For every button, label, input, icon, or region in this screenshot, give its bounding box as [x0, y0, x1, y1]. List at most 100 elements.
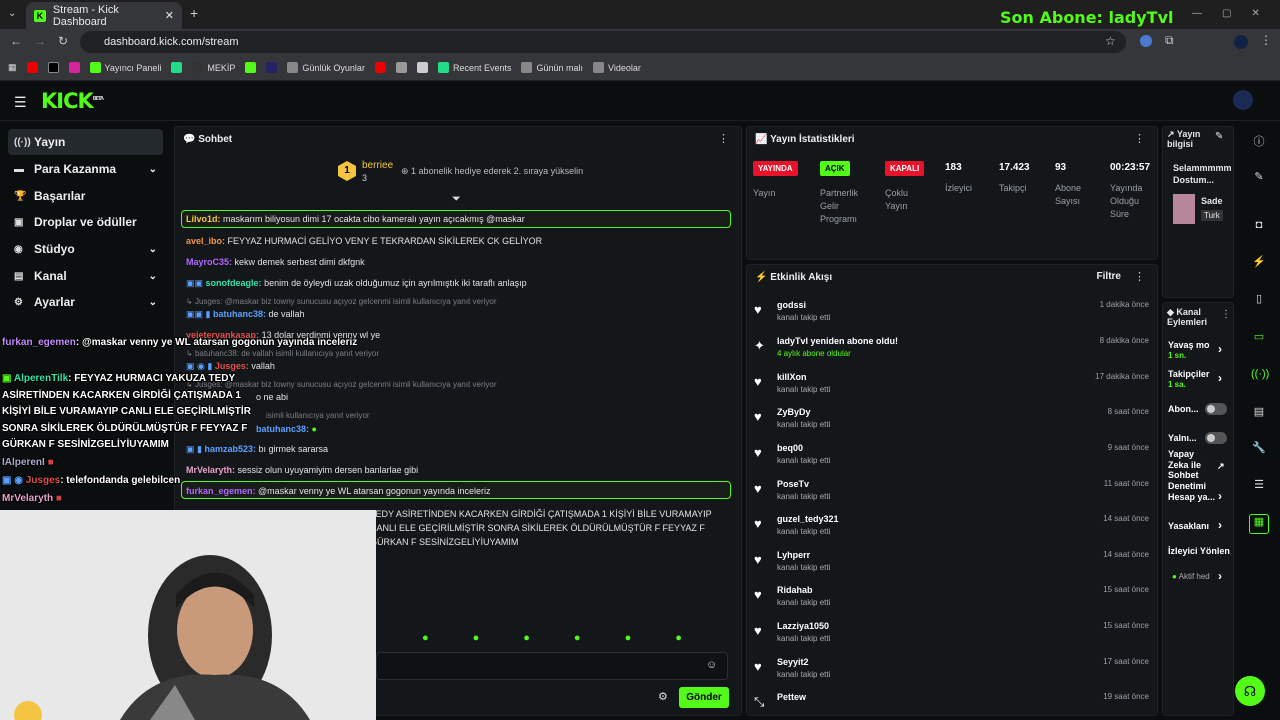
bookmark-instagram[interactable] — [68, 62, 80, 73]
bookmark-ext-1[interactable] — [171, 62, 183, 73]
activity-item[interactable]: ♥ Lazziya1050 kanalı takip etti 15 saat önc… — [754, 621, 1149, 655]
sidebar-item-basarilar[interactable]: 🏆 Başarılar — [8, 183, 163, 209]
chat-message[interactable]: ▣▣ ▮ batuhanc38: de vallah — [186, 309, 305, 320]
lightning-icon[interactable]: ⚡ — [1251, 255, 1267, 271]
screenshot-icon[interactable]: ◘ — [1251, 219, 1267, 235]
send-button[interactable]: Gönder — [679, 687, 729, 708]
activity-item[interactable]: ✦ ladyTvl yeniden abone oldu! 4 aylık abon… — [754, 336, 1149, 370]
bookmark-youtube-2[interactable] — [374, 62, 386, 73]
scroll-down-icon[interactable]: ⏷ — [452, 193, 461, 206]
activity-item[interactable]: ♥ Ridahab kanalı takip etti 15 saat önce — [754, 585, 1149, 619]
browser-tab[interactable]: K Stream - Kick Dashboard ✕ — [26, 2, 182, 29]
filter-button[interactable]: Filtre — [1097, 271, 1121, 282]
sidebar-item-yayin[interactable]: ((·)) Yayın — [8, 129, 163, 155]
chat-message[interactable]: avel_ibo: FEYYAZ HURMACİ GELİYO VENY E T… — [186, 236, 542, 246]
broadcast-icon[interactable]: ((·)) — [1251, 368, 1269, 384]
bookmark-recent-events[interactable]: Recent Events — [437, 62, 511, 73]
edit-icon[interactable]: ✎ — [1215, 131, 1223, 142]
chat-message[interactable]: MrVelaryth: sessiz olun uyuyamiyim derse… — [186, 465, 418, 475]
chat-bubble-icon[interactable]: ▭ — [1251, 330, 1267, 346]
external-link-icon[interactable]: ↗ — [1217, 461, 1225, 472]
chat-message[interactable]: ▣▣ sonofdeagle: benim de öyleydi uzak ol… — [186, 278, 527, 289]
activity-item[interactable]: ♥ beq00 kanalı takip etti 9 saat önce — [754, 443, 1149, 477]
forward-icon[interactable]: → — [34, 34, 46, 48]
chat-message[interactable]: Lilvo1d: maskarım biliyosun dimi 17 ocak… — [186, 214, 525, 224]
bookmark-ext-4[interactable] — [416, 62, 428, 73]
profile-avatar[interactable] — [1234, 35, 1248, 49]
chevron-right-icon[interactable]: › — [1218, 342, 1222, 356]
chat-message[interactable]: MayroC35: kekw demek serbest dimi dkfgnk — [186, 257, 365, 267]
emote-bar[interactable]: ●●●●●● — [422, 632, 726, 644]
sliders-icon[interactable]: ☰ — [1251, 478, 1267, 494]
bookmark-youtube[interactable] — [26, 62, 38, 73]
kick-logo[interactable]: KICKBETA — [41, 89, 104, 113]
bookmark-x[interactable] — [47, 62, 59, 73]
sidebar-item-para-kazanma[interactable]: ▬ Para Kazanma ⌄ — [8, 156, 163, 182]
info-icon[interactable]: ⓘ — [1251, 133, 1267, 149]
activity-item[interactable]: ♥ Seyyit2 kanalı takip etti 17 saat önce — [754, 657, 1149, 691]
slow-mode-label: Yavaş mo — [1168, 340, 1210, 350]
ai-moderation-label: Yapay Zeka ile Sohbet Denetimi — [1168, 449, 1207, 491]
bookmark-mekip[interactable]: MEKİP — [192, 62, 235, 73]
grid-icon[interactable]: ▦ — [1249, 514, 1269, 534]
chevron-right-icon[interactable]: › — [1218, 569, 1222, 583]
bookmark-videolar[interactable]: Videolar — [593, 62, 641, 73]
chat-message[interactable]: furkan_egemen: @maskar venny ye WL atars… — [186, 486, 490, 496]
url-input[interactable]: dashboard.kick.com/stream — [80, 31, 1126, 53]
heart-icon: ♥ — [754, 516, 762, 531]
chevron-right-icon[interactable]: › — [1218, 518, 1222, 532]
close-tab-icon[interactable]: ✕ — [165, 9, 174, 22]
window-controls[interactable]: —▢✕ — [1192, 8, 1280, 19]
bookmark-gunluk-oyunlar[interactable]: Günlük Oyunlar — [287, 62, 365, 73]
new-tab-icon[interactable]: + — [190, 5, 198, 21]
activity-item[interactable]: ♥ killXon kanalı takip etti 17 dakika önce — [754, 372, 1149, 406]
sidebar-item-kanal[interactable]: ▤ Kanal ⌄ — [8, 263, 163, 289]
pencil-icon[interactable]: ✎ — [1251, 170, 1267, 186]
activity-item[interactable]: ♥ Lyhperr kanalı takip etti 14 saat önce — [754, 550, 1149, 584]
chat-message[interactable]: batuhanc38: ● — [256, 424, 317, 434]
support-headset-icon[interactable]: ☊ — [1235, 676, 1265, 706]
bookmark-star-icon[interactable]: ☆ — [1105, 34, 1116, 48]
activity-item[interactable]: ⤡ Pettew 19 saat önce — [754, 692, 1149, 712]
address-bar: ← → ↻ dashboard.kick.com/stream ☆ ⧉ ⋮ — [0, 29, 1280, 55]
chat-menu-icon[interactable]: ⋮ — [718, 132, 729, 145]
chat-settings-gear-icon[interactable]: ⚙ — [658, 690, 668, 703]
sidebar-item-droplar[interactable]: ▣ Droplar ve ödüller — [8, 209, 163, 235]
bookmark-ext-2[interactable] — [266, 62, 278, 73]
apps-icon[interactable]: ▦ — [8, 62, 17, 73]
wrench-icon[interactable]: 🔧 — [1251, 441, 1267, 457]
reload-icon[interactable]: ↻ — [58, 34, 68, 48]
webcam-overlay — [0, 510, 376, 720]
activity-item[interactable]: ♥ PoseTv kanalı takip etti 11 saat önce — [754, 479, 1149, 513]
stats-menu-icon[interactable]: ⋮ — [1134, 132, 1145, 145]
browser-menu-icon[interactable]: ⋮ — [1260, 33, 1272, 47]
activity-item[interactable]: ♥ guzel_tedy321 kanalı takip etti 14 saat ö… — [754, 514, 1149, 548]
channel-actions-menu-icon[interactable]: ⋮ — [1221, 309, 1231, 320]
extension-icon[interactable] — [1140, 35, 1152, 47]
chevron-right-icon[interactable]: › — [1218, 371, 1222, 385]
emoji-icon[interactable]: ☺ — [706, 659, 717, 671]
bookmark-kick[interactable] — [245, 62, 257, 73]
emotes-only-toggle[interactable] — [1205, 432, 1227, 444]
user-avatar[interactable] — [1233, 90, 1253, 110]
sidebar-item-ayarlar[interactable]: ⚙ Ayarlar ⌄ — [8, 289, 163, 315]
bookmark-yayinci-paneli[interactable]: Yayıncı Paneli — [89, 62, 161, 73]
tab-search-icon[interactable]: ⌄ — [8, 8, 16, 19]
chat-message[interactable]: TEDY ASİRETİNDEN KACARKEN GİRDİĞİ ÇATIŞM… — [370, 507, 730, 549]
document-icon[interactable]: ▯ — [1251, 292, 1267, 308]
chat-input[interactable] — [376, 652, 728, 680]
extensions-puzzle-icon[interactable]: ⧉ — [1165, 33, 1174, 48]
activity-menu-icon[interactable]: ⋮ — [1134, 270, 1145, 283]
hamburger-menu-icon[interactable]: ☰ — [14, 94, 27, 111]
badge-icon: ▣ — [2, 373, 14, 384]
bookmark-gunun-mali[interactable]: Günün malı — [521, 62, 583, 73]
storage-icon[interactable]: ▤ — [1251, 405, 1267, 421]
bookmark-ext-3[interactable] — [395, 62, 407, 73]
chevron-right-icon[interactable]: › — [1218, 489, 1222, 503]
activity-item[interactable]: ♥ godssi kanalı takip etti 1 dakika önce — [754, 300, 1149, 334]
sidebar-item-studyo[interactable]: ◉ Stüdyo ⌄ — [8, 236, 163, 262]
pinned-user[interactable]: berriee — [362, 160, 393, 171]
back-icon[interactable]: ← — [10, 34, 22, 48]
subscribers-only-toggle[interactable] — [1205, 403, 1227, 415]
activity-item[interactable]: ♥ ZyByDy kanalı takip etti 8 saat önce — [754, 407, 1149, 441]
